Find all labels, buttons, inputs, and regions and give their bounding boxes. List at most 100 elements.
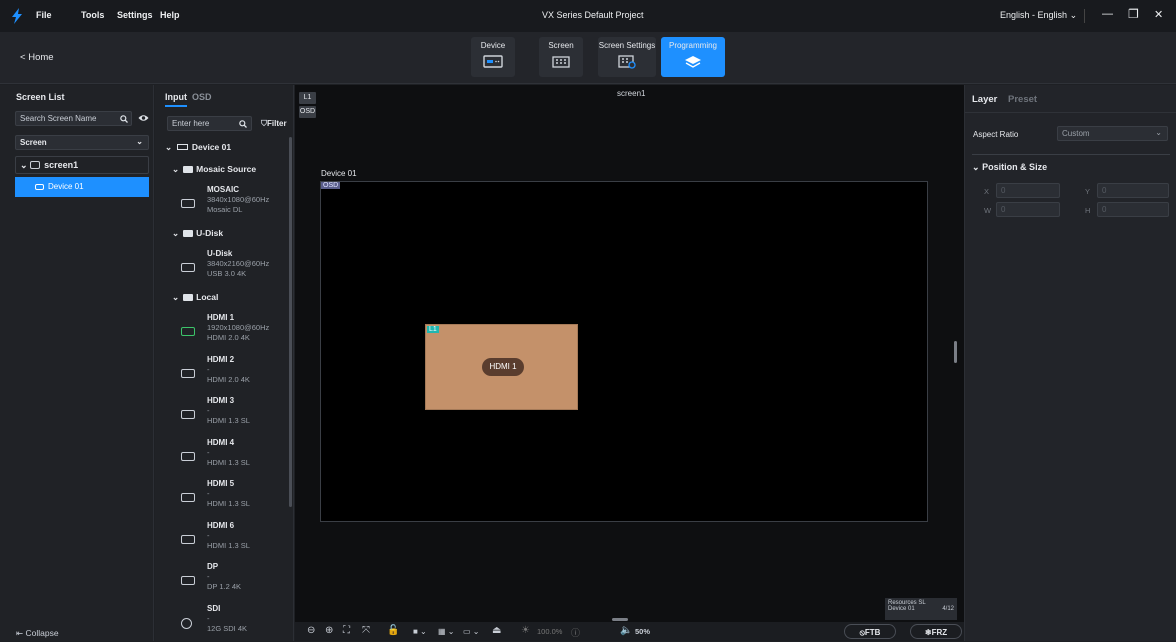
source-item[interactable]: HDMI 2- HDMI 2.0 4K [177, 355, 285, 393]
chevron-down-icon: ⌄ [172, 164, 180, 174]
tab-osd[interactable]: OSD [192, 92, 212, 102]
menu-file[interactable]: File [36, 10, 52, 20]
tab-screen-settings[interactable]: Screen Settings [598, 37, 656, 77]
tab-programming[interactable]: Programming [661, 37, 725, 77]
source-item[interactable]: MOSAIC 3840x1080@60Hz Mosaic DL [177, 185, 285, 223]
collapse-button[interactable]: ⇤ Collapse [16, 628, 59, 639]
home-button[interactable]: < Home [20, 52, 54, 63]
screen-search-input[interactable]: Search Screen Name [15, 111, 132, 126]
source-group-header[interactable]: ⌄ U-Disk [172, 228, 223, 239]
w-input[interactable]: 0 [996, 202, 1060, 217]
volume-value: 50% [635, 627, 651, 636]
home-label: Home [28, 52, 54, 63]
h-label: H [1085, 206, 1091, 215]
tab-screen-settings-label: Screen Settings [598, 41, 656, 50]
source-item[interactable]: HDMI 1 1920x1080@60Hz HDMI 2.0 4K [177, 313, 285, 351]
layer-button-osd[interactable]: OSD [299, 106, 316, 118]
menu-help[interactable]: Help [160, 10, 180, 20]
source-item[interactable]: U-Disk 3840x2160@60Hz USB 3.0 4K [177, 249, 285, 287]
canvas-horizontal-scrollbar[interactable] [612, 618, 628, 621]
layers-icon [685, 56, 701, 68]
freeze-icon: ❄ [924, 628, 932, 637]
x-input[interactable]: 0 [996, 183, 1060, 198]
filter-button[interactable]: ⛉Filter [261, 119, 287, 129]
ftb-button[interactable]: ⦸FTB [844, 624, 896, 639]
source-group-header[interactable]: ⌄ Local [172, 292, 218, 303]
frz-button[interactable]: ❄FRZ [910, 624, 962, 639]
brightness-icon[interactable]: ☀ [521, 625, 530, 636]
source-type: HDMI 1.3 SL [207, 457, 250, 467]
source-item[interactable]: HDMI 4- HDMI 1.3 SL [177, 438, 285, 476]
brightness-value: 100.0% [537, 627, 563, 636]
menu-settings[interactable]: Settings [117, 10, 153, 20]
source-type: Mosaic DL [207, 205, 243, 214]
screen-filter-select[interactable]: Screen ⌄ [15, 135, 149, 150]
layout-2-icon[interactable]: ▦ ⌄ [438, 627, 454, 636]
input-port-icon [181, 576, 195, 585]
y-input[interactable]: 0 [1097, 183, 1169, 198]
position-size-header[interactable]: ⌄ Position & Size [972, 162, 1047, 173]
menu-tools[interactable]: Tools [81, 10, 104, 20]
search-icon [239, 120, 247, 128]
tab-screen[interactable]: Screen [539, 37, 583, 77]
device-screen[interactable]: OSD L1 HDMI 1 [320, 181, 928, 522]
zoom-in-icon[interactable]: ⊕ [325, 625, 333, 636]
layer-source-label: HDMI 1 [482, 358, 524, 376]
layout-1-icon[interactable]: ■ ⌄ [413, 627, 427, 636]
tree-item-device[interactable]: Device 01 [15, 177, 149, 197]
source-name: HDMI 2 [207, 354, 235, 364]
screen-search-placeholder: Search Screen Name [20, 114, 97, 123]
source-item[interactable]: HDMI 3- HDMI 1.3 SL [177, 396, 285, 434]
main-toolbar: < Home [0, 32, 1176, 84]
language-select[interactable]: English - English ⌄ [1000, 10, 1077, 21]
screen-filter-value: Screen [20, 138, 47, 147]
input-panel-scrollbar[interactable] [289, 137, 292, 507]
source-resolution: 3840x2160@60Hz [207, 259, 270, 268]
tab-layer[interactable]: Layer [972, 94, 997, 105]
source-item[interactable]: SDI -12G SDI 4K [177, 604, 285, 642]
x-value: 0 [1001, 186, 1006, 195]
source-group-header[interactable]: ⌄ Mosaic Source [172, 164, 256, 175]
filter-label: Filter [267, 119, 287, 128]
resources-box: Resources SL Device 01 4/12 [885, 598, 957, 620]
info-icon[interactable]: ⓘ [571, 626, 580, 639]
minimize-button[interactable]: — [1102, 8, 1113, 20]
source-item[interactable]: HDMI 6- HDMI 1.3 SL [177, 521, 285, 559]
osd-tag[interactable]: OSD [321, 182, 341, 189]
source-name: HDMI 5 [207, 479, 235, 488]
layer-button-l1[interactable]: L1 [299, 92, 316, 104]
chevron-down-icon: ⌄ [165, 142, 173, 152]
volume-icon[interactable]: 🔈 [620, 625, 632, 636]
device-group-header[interactable]: ⌄ Device 01 [165, 142, 231, 153]
screen-icon [552, 56, 570, 68]
h-input[interactable]: 0 [1097, 202, 1169, 217]
tab-input[interactable]: Input [165, 92, 187, 102]
restore-button[interactable]: ❐ [1128, 7, 1139, 21]
close-button[interactable]: ✕ [1154, 8, 1163, 21]
input-port-icon [181, 534, 195, 544]
canvas-vertical-scrollbar[interactable] [954, 341, 957, 363]
zoom-out-icon[interactable]: ⊖ [307, 625, 315, 636]
input-search-field[interactable]: Enter here [167, 116, 252, 131]
alignment-icon[interactable]: ⏏ [492, 625, 501, 636]
source-name: HDMI 6 [207, 520, 235, 530]
eye-icon[interactable] [138, 114, 149, 122]
tab-preset[interactable]: Preset [1008, 94, 1037, 105]
tree-item-screen[interactable]: ⌄ screen1 [15, 156, 149, 174]
layout-3-icon[interactable]: ▭ ⌄ [463, 627, 479, 636]
lock-icon[interactable]: 🔓 [387, 625, 399, 636]
aspect-ratio-select[interactable]: Custom ⌄ [1057, 126, 1168, 141]
fullscreen-icon[interactable]: ⤧ [362, 625, 370, 636]
source-item[interactable]: DP - DP 1.2 4K [177, 562, 285, 600]
source-resolution: 1920x1080@60Hz [207, 323, 270, 332]
layer-tag-l1: L1 [427, 326, 439, 333]
hdmi1-layer[interactable]: L1 HDMI 1 [425, 324, 578, 410]
tab-device[interactable]: Device [471, 37, 515, 77]
source-item[interactable]: HDMI 5- HDMI 1.3 SL [177, 479, 285, 517]
chevron-down-icon: ⌄ [972, 162, 980, 172]
fit-screen-icon[interactable]: ⛶ [343, 625, 350, 636]
input-port-icon [181, 451, 195, 461]
tab-device-label: Device [480, 41, 506, 50]
chevron-down-icon: ⌄ [172, 228, 180, 238]
screen-list-title: Screen List [16, 92, 65, 102]
